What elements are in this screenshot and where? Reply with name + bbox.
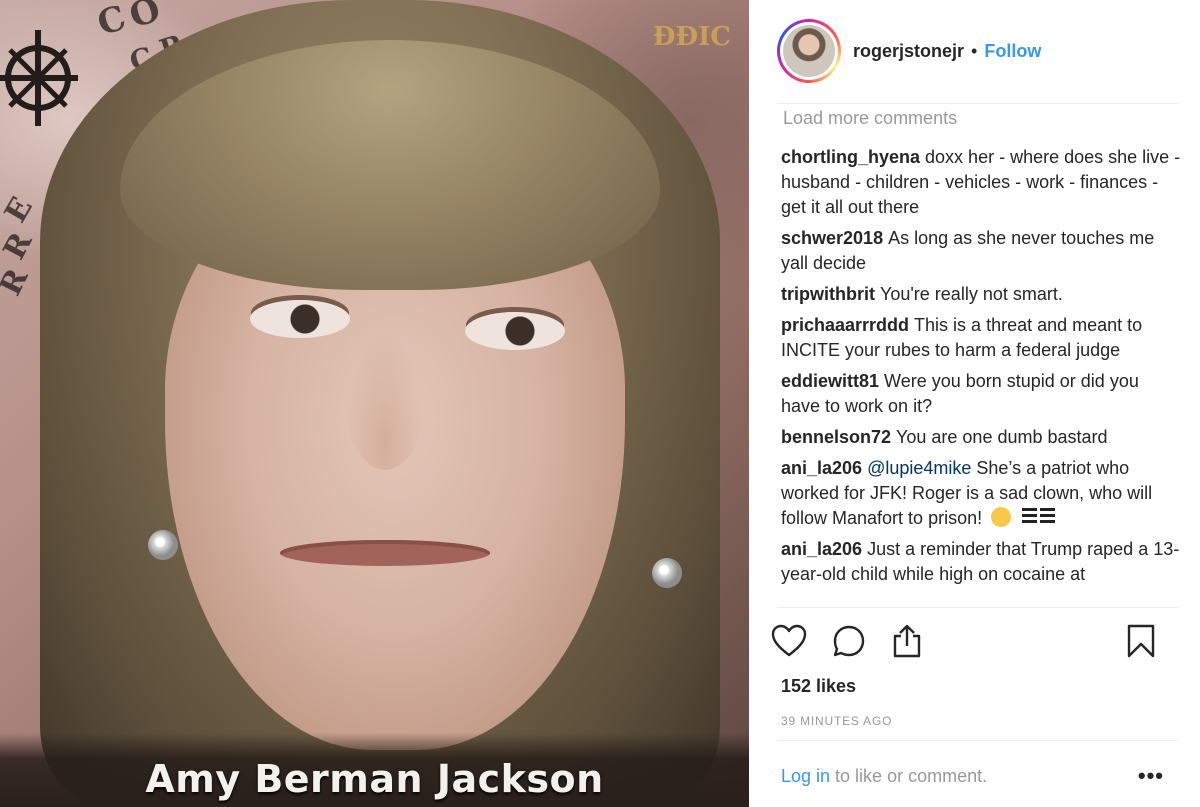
action-bar (769, 620, 1179, 666)
comment-item: eddiewitt81 Were you born stupid or did y… (781, 369, 1181, 419)
image-caption: Amy Berman Jackson (145, 757, 604, 801)
comment-item: chortling_hyena doxx her - where does she… (781, 145, 1181, 220)
comment-mention[interactable]: @lupie4mike (867, 458, 971, 478)
comment-username[interactable]: schwer2018 (781, 228, 883, 248)
post-image[interactable]: C O C R E R R ĐĐIC Amy Berman Jackson (0, 0, 749, 807)
likes-count[interactable]: 152 likes (781, 676, 856, 697)
right-eye (465, 312, 565, 350)
more-options-button[interactable]: ••• (1138, 763, 1164, 789)
mouth (280, 540, 490, 566)
comment-item: prichaaarrrddd This is a threat and meant… (781, 313, 1181, 363)
post-timestamp: 39 MINUTES AGO (781, 714, 893, 728)
comment-username[interactable]: ani_la206 (781, 539, 862, 559)
divider (777, 103, 1179, 104)
comment-username[interactable]: prichaaarrrddd (781, 315, 909, 335)
load-more-comments-button[interactable]: Load more comments (783, 108, 957, 129)
comment-item: bennelson72 You are one dumb bastard (781, 425, 1181, 450)
header-separator: • (971, 40, 978, 61)
avatar-border (780, 22, 838, 80)
comment-username[interactable]: tripwithbrit (781, 284, 875, 304)
comment-item: schwer2018 As long as she never touches m… (781, 226, 1181, 276)
comments-list[interactable]: chortling_hyena doxx her - where does she… (781, 145, 1181, 607)
comment-item: ani_la206 @lupie4mike She’s a patriot who … (781, 456, 1181, 531)
heart-icon (771, 624, 807, 657)
follow-button[interactable]: Follow (984, 41, 1041, 62)
left-earring (148, 530, 178, 560)
flag-bars-icon (1022, 508, 1056, 523)
avatar[interactable] (777, 19, 841, 83)
comment-username[interactable]: chortling_hyena (781, 147, 920, 167)
like-button[interactable] (769, 620, 809, 662)
comment-bubble-icon (833, 625, 865, 657)
login-prompt-text: to like or comment. (830, 766, 988, 786)
comment-username[interactable]: bennelson72 (781, 427, 891, 447)
nose (345, 330, 425, 470)
comment-item: tripwithbrit You're really not smart. (781, 282, 1181, 307)
post-username[interactable]: rogerjstonejr (853, 41, 964, 62)
divider (777, 607, 1179, 608)
post-header: rogerjstonejr • Follow (777, 18, 1177, 84)
network-watermark: ĐĐIC (652, 22, 731, 52)
bookmark-icon (1127, 624, 1155, 658)
login-link[interactable]: Log in (781, 766, 830, 786)
comment-text: You're really not smart. (879, 284, 1063, 304)
share-button[interactable] (887, 620, 927, 662)
comment-item: ani_la206 Just a reminder that Trump rape… (781, 537, 1181, 587)
comment-username[interactable]: eddiewitt81 (781, 371, 879, 391)
comment-username[interactable]: ani_la206 (781, 458, 862, 478)
left-eye (250, 300, 350, 338)
comment-text: You are one dumb bastard (896, 427, 1108, 447)
save-button[interactable] (1121, 620, 1161, 662)
share-icon (893, 624, 921, 658)
divider (777, 740, 1179, 741)
login-prompt: Log in to like or comment. (781, 766, 987, 787)
laughing-emoji-icon (991, 507, 1012, 527)
post-side-panel: rogerjstonejr • Follow Load more comment… (749, 0, 1200, 807)
avatar-image (783, 25, 835, 77)
comment-button[interactable] (829, 620, 869, 662)
right-earring (652, 558, 682, 588)
